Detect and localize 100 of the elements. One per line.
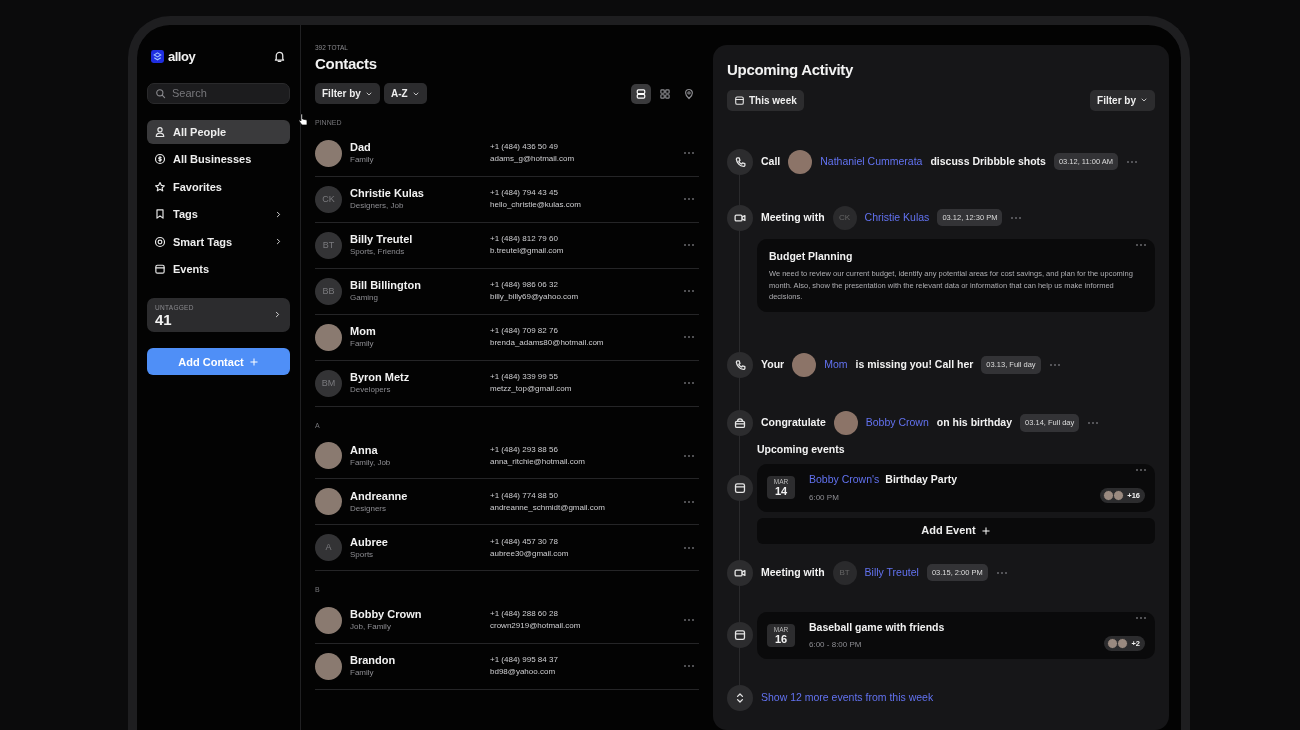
contact-row[interactable]: Mom Family +1 (484) 709 82 76 brenda_adams80@hotmail.com [315, 314, 699, 361]
more-icon[interactable] [1135, 467, 1147, 472]
calendar-icon [154, 263, 166, 276]
avatar-photo [788, 149, 813, 174]
contact-row[interactable]: Bobby Crown Job, Family +1 (484) 288 60 28 crown2919@hotmail.com [315, 597, 699, 644]
logo-icon [151, 50, 164, 64]
show-more-link[interactable]: Show 12 more events from this week [761, 690, 934, 707]
contact-email: adams_g@hotmail.com [490, 153, 576, 166]
avatar-photo [315, 442, 342, 470]
contact-link[interactable]: Bobby Crown's [809, 471, 880, 488]
contact-name: Byron Metz [350, 370, 411, 385]
more-icon[interactable] [683, 453, 695, 458]
contact-row[interactable]: CK Christie Kulas Designers, Job +1 (484) 794 43 45 hello_christie@kulas.com [315, 176, 699, 223]
avatar-initials: BT [315, 231, 342, 259]
contact-link[interactable]: Mom [824, 357, 848, 373]
sort-dropdown[interactable]: A-Z [383, 83, 427, 105]
activity-text: Congratulate [761, 415, 826, 431]
contact-tags: Job, Family [350, 621, 490, 634]
search-field[interactable]: Search [147, 82, 290, 104]
contact-row[interactable]: BT Billy Treutel Sports, Friends +1 (484) 812 79 60 b.treutel@gmail.com [315, 222, 699, 269]
avatar-photo [315, 652, 342, 680]
contact-email: andreanne_schmidt@gmail.com [490, 501, 606, 514]
contact-row[interactable]: BM Byron Metz Developers +1 (484) 339 99 55 metzz_top@gmail.com [315, 360, 699, 407]
activity-text: Birthday Party [885, 471, 958, 487]
activity-text: discuss Dribbble shots [930, 153, 1046, 169]
activity-text: Meeting with [761, 209, 825, 225]
avatar-photo [315, 606, 342, 634]
filter-dropdown[interactable]: Filter by [315, 83, 380, 105]
contact-phone: +1 (484) 986 06 32 [490, 279, 559, 292]
more-icon[interactable] [683, 545, 695, 550]
sidebar-item[interactable]: Tags [147, 202, 290, 227]
more-icon[interactable] [683, 335, 695, 340]
calendar-icon [727, 474, 753, 501]
more-icon[interactable] [995, 570, 1008, 575]
sidebar-item[interactable]: Events [147, 257, 290, 282]
more-icon[interactable] [683, 197, 695, 202]
avatar-photo [833, 411, 858, 435]
contact-tags: Family, Job [350, 456, 490, 469]
contact-link[interactable]: Billy Treutel [864, 564, 919, 581]
contact-link[interactable]: Christie Kulas [864, 209, 930, 226]
week-selector[interactable]: This week [727, 89, 804, 111]
bell-icon [273, 50, 286, 64]
contact-row[interactable]: Brandon Family +1 (484) 995 84 37 bd98@yahoo.com [315, 643, 699, 690]
more-icon[interactable] [683, 618, 695, 623]
more-icon[interactable] [683, 499, 695, 504]
contact-name: Mom [350, 324, 377, 339]
contact-email: crown2919@hotmail.com [490, 620, 582, 633]
activity-text: is missing you! Call her [855, 357, 974, 373]
more-icon[interactable] [683, 151, 695, 156]
contact-row[interactable]: Anna Family, Job +1 (484) 293 88 56 anna_ritchie@hotmail.com [315, 433, 699, 480]
more-icon[interactable] [683, 664, 695, 669]
contact-email: bd98@yahoo.com [490, 666, 557, 679]
contact-name: Billy Treutel [350, 232, 414, 247]
contact-phone: +1 (484) 709 82 76 [490, 325, 559, 338]
video-camera-icon [727, 559, 753, 586]
contact-tags: Sports [350, 548, 490, 561]
contact-link[interactable]: Nathaniel Cummerata [820, 153, 923, 170]
calendar-icon [734, 94, 745, 106]
contact-row[interactable]: Dad Family +1 (484) 436 50 49 adams_g@hotmail.com [315, 130, 699, 177]
activity-text: Baseball game with friends [809, 619, 945, 635]
contact-tags: Sports, Friends [350, 246, 490, 259]
sidebar-item[interactable]: All Businesses [147, 147, 290, 172]
contact-tags: Family [350, 667, 490, 680]
filter-dropdown[interactable]: Filter by [1090, 89, 1155, 111]
more-icon[interactable] [683, 289, 695, 294]
star-icon [154, 180, 166, 193]
contact-link[interactable]: Bobby Crown [865, 415, 929, 431]
sidebar-item[interactable]: Smart Tags [147, 229, 290, 254]
contact-name: Anna [350, 442, 379, 457]
avatar-initials: CK [315, 185, 342, 213]
more-icon[interactable] [1048, 363, 1061, 367]
contact-phone: +1 (484) 288 60 28 [490, 608, 559, 621]
contact-email: metzz_top@gmail.com [490, 383, 573, 396]
more-icon[interactable] [1135, 242, 1147, 247]
add-event-button[interactable]: Add Event [757, 517, 1155, 544]
list-view-icon [635, 87, 647, 100]
avatar-initials: BB [315, 277, 342, 305]
contact-tags: Designers [350, 502, 490, 515]
more-icon[interactable] [1126, 159, 1138, 164]
view-toggle[interactable] [631, 83, 651, 104]
contact-name: Andreanne [350, 488, 409, 503]
more-icon[interactable] [1087, 421, 1100, 425]
contact-row[interactable]: BB Bill Billington Gaming +1 (484) 986 06 32 billy_billy69@yahoo.com [315, 268, 699, 315]
sidebar-item[interactable]: Favorites [147, 174, 290, 199]
contact-name: Bill Billington [350, 278, 422, 293]
activity-text: Meeting with [761, 564, 825, 580]
sidebar-item[interactable]: All People [147, 119, 290, 144]
contact-row[interactable]: Andreanne Designers +1 (484) 774 88 50 andreanne_schmidt@gmail.com [315, 479, 699, 526]
contact-tags: Designers, Job [350, 200, 490, 213]
more-icon[interactable] [1010, 215, 1023, 220]
more-icon[interactable] [683, 243, 695, 248]
up-down-icon [727, 685, 753, 712]
contact-name: Aubree [350, 534, 389, 549]
more-icon[interactable] [1135, 615, 1147, 620]
more-icon[interactable] [683, 381, 695, 386]
avatar-photo [315, 139, 342, 167]
contact-phone: +1 (484) 812 79 60 [490, 233, 559, 246]
event-time: 6:00 PM [809, 491, 840, 504]
avatar-initials: BM [315, 369, 342, 397]
contact-phone: +1 (484) 995 84 37 [490, 654, 559, 667]
